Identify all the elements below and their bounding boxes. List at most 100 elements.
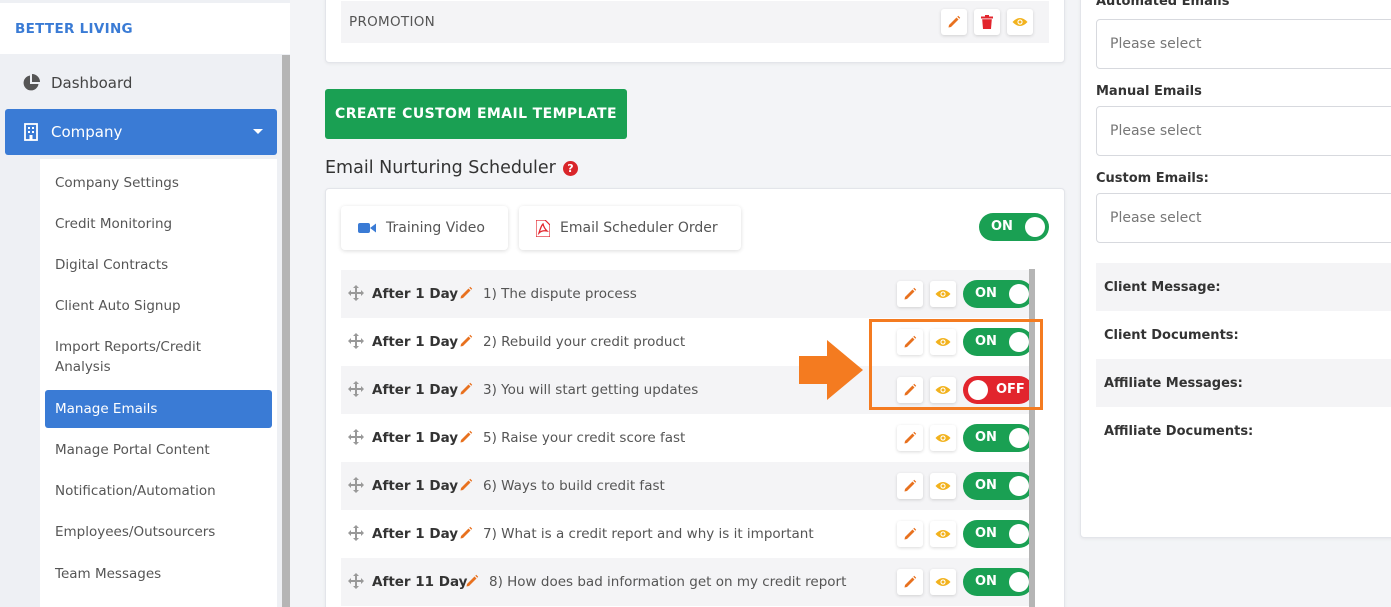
- view-email-button[interactable]: [930, 569, 956, 595]
- move-icon[interactable]: [348, 333, 364, 353]
- row-status-toggle[interactable]: ON: [963, 472, 1033, 500]
- move-icon[interactable]: [348, 429, 364, 449]
- view-email-button[interactable]: [930, 425, 956, 451]
- row-status-toggle[interactable]: ON: [963, 424, 1033, 452]
- move-icon[interactable]: [348, 525, 364, 545]
- nav-credit-monitoring[interactable]: Credit Monitoring: [45, 214, 272, 234]
- scheduler-row[interactable]: After 1 Day 5) Raise your credit score fa…: [341, 414, 1033, 462]
- view-email-button[interactable]: [930, 521, 956, 547]
- create-custom-email-template-button[interactable]: CREATE CUSTOM EMAIL TEMPLATE: [325, 89, 627, 139]
- move-icon[interactable]: [348, 477, 364, 497]
- scheduler-row[interactable]: After 1 Day 6) Ways to build credit fast O…: [341, 462, 1033, 510]
- pencil-icon: [948, 15, 961, 28]
- nav-client-auto-signup[interactable]: Client Auto Signup: [45, 296, 272, 316]
- main-content: PROMOTION CREATE CUSTOM EMAIL TEMPLATE E…: [290, 0, 1080, 607]
- edit-email-button[interactable]: [897, 569, 923, 595]
- row-delay: After 1 Day: [372, 478, 459, 494]
- pencil-icon: [904, 287, 917, 300]
- pie-chart-icon: [21, 73, 41, 93]
- template-name: PROMOTION: [349, 14, 436, 30]
- nav-notification-automation[interactable]: Notification/Automation: [45, 481, 272, 501]
- edit-email-button[interactable]: [897, 281, 923, 307]
- view-email-button[interactable]: [930, 281, 956, 307]
- edit-email-button[interactable]: [897, 521, 923, 547]
- row-email-title: 6) Ways to build credit fast: [483, 478, 665, 494]
- video-camera-icon: [358, 222, 376, 234]
- nav-manage-emails[interactable]: Manage Emails: [45, 390, 272, 428]
- edit-email-button[interactable]: [897, 425, 923, 451]
- edit-delay-button[interactable]: [465, 573, 479, 592]
- eye-icon: [1012, 18, 1028, 26]
- scheduler-master-toggle[interactable]: ON: [979, 213, 1049, 241]
- row-status-toggle[interactable]: ON: [963, 520, 1033, 548]
- nav-digital-contracts[interactable]: Digital Contracts: [45, 255, 272, 275]
- nav-team-messages[interactable]: Team Messages: [45, 564, 272, 584]
- nav-employees-outsourcers[interactable]: Employees/Outsourcers: [45, 522, 272, 542]
- pdf-file-icon: [536, 219, 550, 237]
- toggle-label: ON: [975, 574, 997, 589]
- nav-dashboard-label: Dashboard: [51, 74, 133, 92]
- row-delay: After 1 Day: [372, 286, 459, 302]
- pencil-icon: [460, 382, 473, 395]
- nav-manage-portal-content[interactable]: Manage Portal Content: [45, 440, 272, 460]
- email-scheduler-order-button[interactable]: Email Scheduler Order: [519, 206, 741, 250]
- edit-delay-button[interactable]: [459, 429, 473, 448]
- eye-icon: [935, 578, 951, 586]
- automated-emails-select[interactable]: Please select: [1096, 19, 1391, 69]
- brand-header[interactable]: BETTER LIVING: [0, 3, 290, 54]
- edit-delay-button[interactable]: [459, 333, 473, 352]
- nav-company-settings[interactable]: Company Settings: [45, 173, 272, 193]
- delete-button[interactable]: [974, 9, 1000, 35]
- custom-emails-select[interactable]: Please select: [1096, 193, 1391, 243]
- view-button[interactable]: [1007, 9, 1033, 35]
- nav-company[interactable]: Company: [5, 109, 277, 155]
- move-icon[interactable]: [348, 381, 364, 401]
- nav-dashboard[interactable]: Dashboard: [5, 60, 277, 106]
- orange-arrow-icon: [799, 340, 863, 404]
- edit-delay-button[interactable]: [459, 381, 473, 400]
- scheduler-row[interactable]: After 11 Day 8) How does bad information …: [341, 558, 1033, 606]
- toggle-knob: [1009, 572, 1029, 592]
- edit-delay-button[interactable]: [459, 525, 473, 544]
- edit-email-button[interactable]: [897, 473, 923, 499]
- pencil-icon: [904, 431, 917, 444]
- pencil-icon: [466, 574, 479, 587]
- trash-icon: [981, 15, 993, 29]
- sidebar: BETTER LIVING Dashboard Company Company …: [0, 0, 290, 607]
- eye-icon: [935, 530, 951, 538]
- edit-delay-button[interactable]: [459, 477, 473, 496]
- training-video-label: Training Video: [386, 220, 485, 236]
- edit-button[interactable]: [941, 9, 967, 35]
- row-status-toggle[interactable]: ON: [963, 280, 1033, 308]
- manual-emails-select[interactable]: Please select: [1096, 106, 1391, 156]
- nav-import-reports[interactable]: Import Reports/Credit Analysis: [45, 337, 225, 377]
- row-delay: After 1 Day: [372, 334, 459, 350]
- affiliate-documents-row[interactable]: Affiliate Documents:: [1096, 407, 1391, 455]
- help-icon[interactable]: ?: [562, 160, 578, 176]
- row-email-title: 1) The dispute process: [483, 286, 637, 302]
- client-documents-row[interactable]: Client Documents:: [1096, 311, 1391, 359]
- move-icon[interactable]: [348, 285, 364, 305]
- row-email-title: 2) Rebuild your credit product: [483, 334, 686, 350]
- scheduler-row[interactable]: After 1 Day 7) What is a credit report an…: [341, 510, 1033, 558]
- move-icon[interactable]: [348, 573, 364, 593]
- toggle-label: ON: [975, 526, 997, 541]
- row-delay: After 11 Day: [372, 574, 468, 590]
- row-status-toggle[interactable]: ON: [963, 568, 1033, 596]
- client-message-row[interactable]: Client Message:: [1096, 263, 1391, 311]
- toggle-knob: [1009, 524, 1029, 544]
- pencil-icon: [460, 478, 473, 491]
- pencil-icon: [460, 334, 473, 347]
- edit-delay-button[interactable]: [459, 285, 473, 304]
- toggle-label: ON: [975, 286, 997, 301]
- scheduler-row[interactable]: After 1 Day 1) The dispute process ON: [341, 270, 1033, 318]
- toggle-knob: [1009, 428, 1029, 448]
- affiliate-messages-row[interactable]: Affiliate Messages:: [1096, 359, 1391, 407]
- view-email-button[interactable]: [930, 473, 956, 499]
- row-email-title: 5) Raise your credit score fast: [483, 430, 686, 446]
- toggle-knob: [1009, 476, 1029, 496]
- training-video-button[interactable]: Training Video: [341, 206, 508, 250]
- template-row-promotion: PROMOTION: [341, 1, 1049, 43]
- sidebar-scrollbar[interactable]: [282, 55, 290, 607]
- row-delay: After 1 Day: [372, 430, 459, 446]
